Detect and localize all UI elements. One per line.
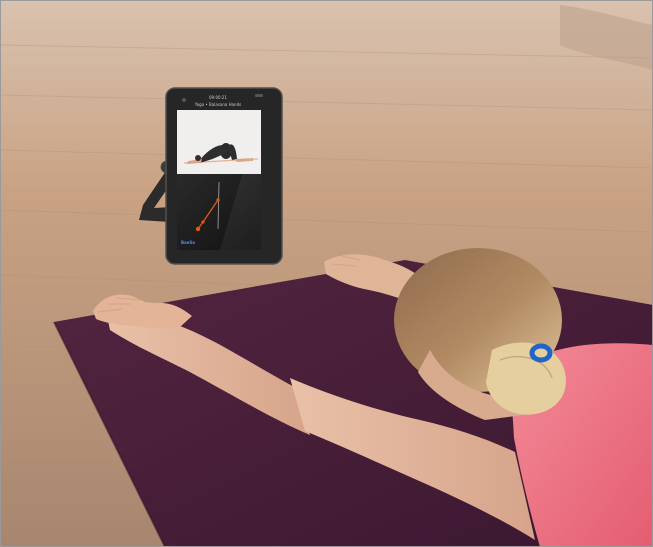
scene-illustration [0, 0, 653, 547]
yoga-scene: 09:00:21 Yoga • Balasana Hands Baelia [0, 0, 653, 547]
tablet-subtitle: Yoga • Balasana Hands [194, 102, 242, 107]
tablet-time: 09:00:21 [209, 95, 227, 100]
tablet-brand-logo: Baelia [181, 240, 195, 245]
tablet-status: 09:00:21 Yoga • Balasana Hands [172, 95, 264, 107]
